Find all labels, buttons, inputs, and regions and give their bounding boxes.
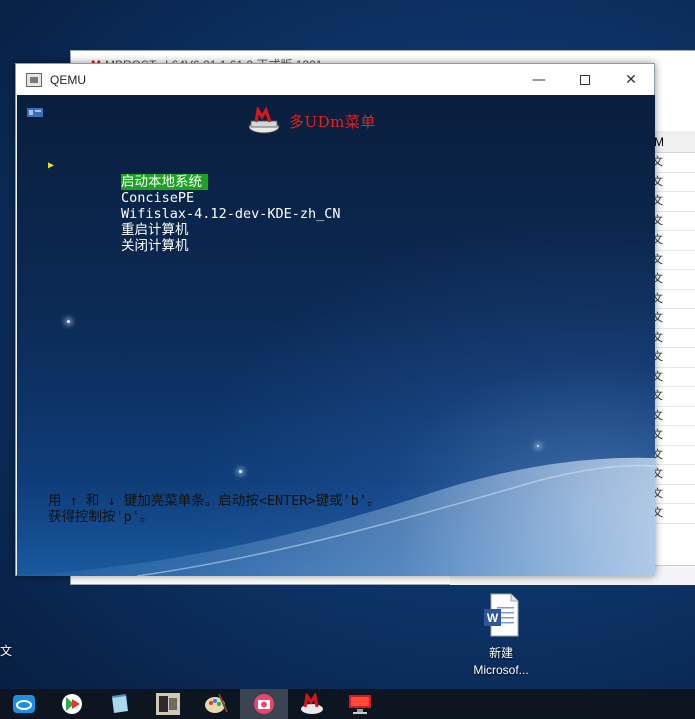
table-cell: 文 <box>652 426 695 446</box>
desktop-icon-label-partial[interactable]: 文 <box>0 642 12 659</box>
boot-menu-item-concisepe[interactable]: ConcisePE <box>48 174 340 206</box>
boot-menu-item-reboot[interactable]: 重启计算机 <box>48 206 340 238</box>
maximize-icon <box>580 74 590 85</box>
table-cell: 文 <box>652 231 695 251</box>
table-cell: 文 <box>652 407 695 426</box>
close-button[interactable]: ✕ <box>608 64 654 95</box>
table-cell: 文 <box>652 251 695 270</box>
qemu-display[interactable]: 多UDm菜单 ▶ 启动本地系统 ConcisePE Wifislax-4.12-d… <box>17 95 655 576</box>
cloud-app-icon[interactable] <box>0 689 48 719</box>
wallpaper-star <box>537 445 539 447</box>
boot-menu-title: 多UDm菜单 <box>289 113 376 131</box>
table-cell: 文 <box>652 485 695 504</box>
boot-menu-item-local[interactable]: ▶ 启动本地系统 <box>48 158 340 190</box>
camera-app-icon[interactable] <box>240 689 288 719</box>
table-cell: 文 <box>652 348 695 368</box>
boot-menu-hint: 用 ↑ 和 ↓ 键加亮菜单条。启动按<ENTER>键或'b'。 获得控制按'p'… <box>48 493 381 525</box>
svg-text:W: W <box>487 611 499 625</box>
boot-menu-item-shutdown[interactable]: 关闭计算机 <box>48 222 340 254</box>
table-cell: 文 <box>652 192 695 212</box>
table-cell: 文 <box>652 446 695 465</box>
qemu-titlebar[interactable]: QEMU — ✕ <box>16 64 654 95</box>
mbrost-tool-icon[interactable] <box>288 689 336 719</box>
table-cell: 文 <box>652 290 695 309</box>
desktop-icon-label: 新建 Microsof... <box>462 645 540 679</box>
desktop-icon-word-document[interactable]: W 新建 Microsof... <box>462 593 540 679</box>
word-document-icon: W <box>484 593 519 637</box>
table-cell: 文 <box>652 329 695 348</box>
desktop-icon-label-line: Microsof... <box>473 663 529 677</box>
selection-pointer-icon: ▶ <box>48 160 55 171</box>
table-column-header: M <box>652 131 695 153</box>
boot-menu: ▶ 启动本地系统 ConcisePE Wifislax-4.12-dev-KDE-… <box>48 158 340 254</box>
remote-desktop-icon[interactable] <box>336 689 384 719</box>
paint-icon[interactable] <box>192 689 240 719</box>
table-cell: 文 <box>652 368 695 387</box>
corner-logo-icon <box>27 108 43 117</box>
table-cell: 文 <box>652 465 695 485</box>
boot-menu-item-wifislax[interactable]: Wifislax-4.12-dev-KDE-zh_CN <box>48 190 340 222</box>
wallpaper-star <box>67 320 70 323</box>
table-cell: 文 <box>652 504 695 524</box>
table-cell: 文 <box>652 173 695 192</box>
notepad-icon[interactable] <box>96 689 144 719</box>
desktop-icon-label-line: 新建 <box>488 646 513 660</box>
media-player-icon[interactable] <box>48 689 96 719</box>
table-cell: 文 <box>652 387 695 407</box>
table-cell: 文 <box>652 270 695 290</box>
qemu-window[interactable]: QEMU — ✕ 多UDm菜单 ▶ 启动本地系统 ConcisePE Wifis… <box>15 63 655 576</box>
qemu-app-icon <box>26 72 42 87</box>
qemu-title: QEMU <box>50 72 86 87</box>
table-cell: 文 <box>652 153 695 173</box>
boot-menu-item-label: 关闭计算机 <box>121 238 189 254</box>
wallpaper-star <box>239 470 242 473</box>
table-cell: 文 <box>652 212 695 231</box>
udm-logo-icon <box>248 107 280 134</box>
taskbar <box>0 689 695 719</box>
minimize-button[interactable]: — <box>516 64 562 95</box>
table-cell: 文 <box>652 309 695 329</box>
hint-line: 用 ↑ 和 ↓ 键加亮菜单条。启动按<ENTER>键或'b'。 <box>48 493 381 509</box>
hint-line: 获得控制按'p'。 <box>48 509 154 525</box>
photo-viewer-icon[interactable] <box>144 689 192 719</box>
background-table: M 文 文 文 文 文 文 文 文 文 文 文 文 文 文 文 文 文 文 文 <box>651 131 695 551</box>
maximize-button[interactable] <box>562 64 608 95</box>
